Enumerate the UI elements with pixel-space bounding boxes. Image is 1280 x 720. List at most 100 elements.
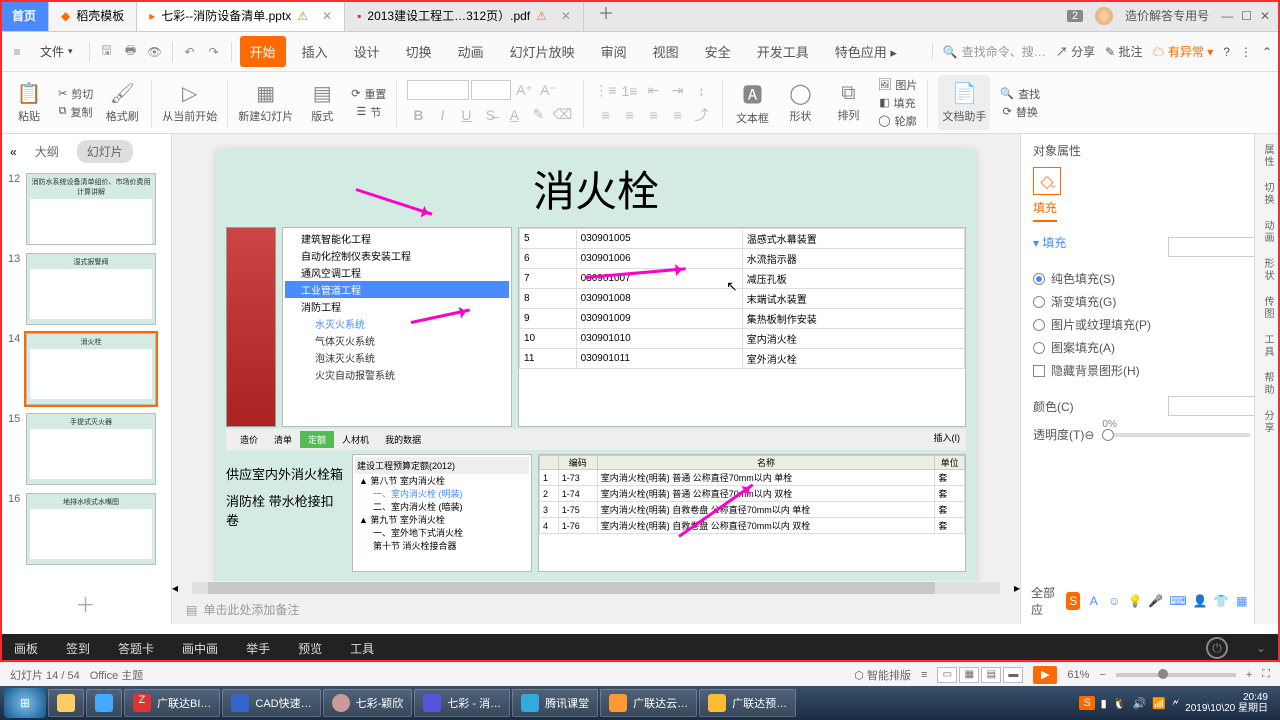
new-slide-button[interactable]: ▦新建幻灯片	[238, 81, 293, 124]
rail-properties[interactable]: 属性	[1260, 144, 1275, 168]
indent-right-icon[interactable]: ⇥	[666, 80, 688, 102]
radio-picture-fill[interactable]: 图片或纹理填充(P)	[1033, 313, 1268, 336]
underline-icon[interactable]: U	[455, 104, 477, 126]
format-painter-button[interactable]: 🖌格式刷	[103, 81, 141, 124]
view-notes-icon[interactable]: ▬	[1003, 667, 1023, 683]
text-tool-icon[interactable]: A	[1086, 592, 1100, 610]
redo-icon[interactable]: ↷	[205, 45, 223, 59]
layout-button[interactable]: ▤版式	[303, 81, 341, 124]
menu-tab-view[interactable]: 视图	[643, 36, 689, 67]
collapse-ribbon-icon[interactable]: ⌃	[1262, 45, 1272, 59]
check-hide-bg[interactable]: 隐藏背景图形(H)	[1033, 359, 1268, 382]
avatar[interactable]	[1095, 7, 1113, 25]
bb-answer[interactable]: 答题卡	[118, 640, 154, 657]
radio-pattern-fill[interactable]: 图案填充(A)	[1033, 336, 1268, 359]
font-select[interactable]	[407, 80, 469, 100]
slide-thumb-14[interactable]: 消火栓	[26, 333, 156, 405]
textbox-button[interactable]: 🅰文本框	[733, 79, 771, 126]
tab-home[interactable]: 首页	[0, 0, 49, 31]
notes-area[interactable]: ▤ 单击此处添加备注	[172, 595, 1020, 624]
menu-tab-transition[interactable]: 切换	[396, 36, 442, 67]
numbering-icon[interactable]: 1≡	[618, 80, 640, 102]
undo-icon[interactable]: ↶	[181, 45, 199, 59]
opacity-slider[interactable]: 0%	[1102, 433, 1250, 437]
slide-thumb-12[interactable]: 消防水系统设备清单组价、市场价费用计算讲解	[26, 173, 156, 245]
reset-button[interactable]: ⟳ 重置	[351, 86, 386, 102]
preview-icon[interactable]: 👁	[146, 45, 164, 59]
canvas-hscroll[interactable]: ◂▸	[172, 581, 1020, 595]
outline-tab[interactable]: 大纲	[25, 140, 69, 163]
new-tab-button[interactable]: ＋	[584, 0, 628, 31]
clock[interactable]: 20:492019\10\20 星期日	[1185, 692, 1268, 714]
fill-swatch[interactable]	[1168, 237, 1268, 257]
view-normal-icon[interactable]: ▭	[937, 667, 957, 683]
mic-icon[interactable]: 🎤	[1148, 592, 1163, 610]
task-item[interactable]: 广联达云…	[600, 689, 697, 717]
radio-gradient-fill[interactable]: 渐变填充(G)	[1033, 290, 1268, 313]
fill-button[interactable]: ◧ 填充	[877, 95, 917, 111]
strike-icon[interactable]: S̶	[479, 104, 501, 126]
zoom-slider[interactable]	[1116, 673, 1236, 677]
copy-button[interactable]: ⧉ 复制	[58, 104, 93, 120]
slides-tab[interactable]: 幻灯片	[77, 140, 133, 163]
cut-button[interactable]: ✂ 剪切	[58, 86, 93, 102]
line-spacing-icon[interactable]: ↕	[690, 80, 712, 102]
from-beginning-button[interactable]: ▷从当前开始	[162, 81, 217, 124]
bullets-icon[interactable]: ⋮≡	[594, 80, 616, 102]
close-window-icon[interactable]: ✕	[1260, 9, 1270, 23]
thumbnail-list[interactable]: 12消防水系统设备清单组价、市场价费用计算讲解 13湿式报警阀 14消火栓 15…	[0, 169, 171, 583]
tab-file-pptx[interactable]: ▸七彩--消防设备清单.pptx⚠✕	[137, 0, 345, 31]
close-icon[interactable]: ✕	[322, 9, 332, 23]
find-button[interactable]: 🔍 查找	[1000, 86, 1040, 102]
view-reading-icon[interactable]: ▤	[981, 667, 1001, 683]
power-icon[interactable]: ⏻	[1206, 637, 1228, 659]
save-icon[interactable]: 🖫	[98, 41, 116, 62]
smart-layout[interactable]: ⬡ 智能排版	[854, 667, 911, 683]
sogou-icon[interactable]: S	[1066, 592, 1080, 610]
abnormal-button[interactable]: ☁ 有异常 ▾	[1153, 43, 1214, 60]
bb-collapse-icon[interactable]: ⌄	[1256, 641, 1266, 655]
fit-window-icon[interactable]: ⛶	[1262, 668, 1270, 681]
menu-tab-slideshow[interactable]: 幻灯片放映	[500, 36, 585, 67]
app-menu-icon[interactable]: ≡	[8, 45, 26, 59]
maximize-icon[interactable]: ☐	[1241, 9, 1252, 23]
align-right-icon[interactable]: ≡	[642, 104, 664, 126]
rail-shape[interactable]: 形状	[1260, 258, 1275, 282]
shrink-font-icon[interactable]: A⁻	[537, 80, 559, 102]
slide-thumb-13[interactable]: 湿式报警阀	[26, 253, 156, 325]
task-item[interactable]: CAD快速…	[222, 689, 320, 717]
add-slide-button[interactable]: ＋	[0, 583, 171, 624]
justify-icon[interactable]: ≡	[666, 104, 688, 126]
tray-battery-icon[interactable]: 🗲	[1172, 697, 1179, 710]
zoom-out-icon[interactable]: −	[1099, 669, 1105, 681]
picture-button[interactable]: 🖼 图片	[877, 77, 917, 93]
grow-font-icon[interactable]: A⁺	[513, 80, 535, 102]
task-browser[interactable]	[86, 689, 122, 717]
clear-format-icon[interactable]: ⌫	[551, 104, 573, 126]
menu-tab-review[interactable]: 审阅	[591, 36, 637, 67]
font-size-select[interactable]	[471, 80, 511, 100]
print-icon[interactable]: 🖶	[122, 41, 140, 62]
menu-tab-dev[interactable]: 开发工具	[747, 36, 819, 67]
rail-share[interactable]: 分享	[1260, 410, 1275, 434]
prop-tab-fill[interactable]: 填充	[1033, 199, 1057, 222]
tray-qq-icon[interactable]: 🐧	[1113, 697, 1127, 710]
paste-button[interactable]: 📋粘贴	[10, 81, 48, 124]
tray-flag-icon[interactable]: ▮	[1101, 697, 1107, 710]
replace-button[interactable]: ⟳ 替换	[1000, 104, 1040, 120]
emoji-icon[interactable]: ☺	[1107, 592, 1121, 610]
slideshow-button[interactable]: ▶	[1033, 666, 1057, 684]
current-slide[interactable]: 消火栓 建筑智能化工程 自动化控制仪表安装工程 通风空调工程 工业管道工程 消防…	[216, 148, 976, 581]
section-button[interactable]: ☰ 节	[351, 104, 386, 120]
task-item[interactable]: 七彩-颖欣	[323, 689, 413, 717]
tray-sound-icon[interactable]: 🔊	[1132, 697, 1146, 710]
doc-helper-button[interactable]: 📄文档助手	[938, 75, 990, 130]
zoom-level[interactable]: 61%	[1067, 669, 1089, 681]
rail-image[interactable]: 传图	[1260, 296, 1275, 320]
highlight-icon[interactable]: ✎	[527, 104, 549, 126]
text-direction-icon[interactable]: ⤴	[690, 104, 712, 126]
slide-title[interactable]: 消火栓	[226, 158, 966, 219]
zoom-in-icon[interactable]: +	[1246, 669, 1252, 681]
font-color-icon[interactable]: A̲	[503, 104, 525, 126]
bb-raise[interactable]: 举手	[246, 640, 270, 657]
